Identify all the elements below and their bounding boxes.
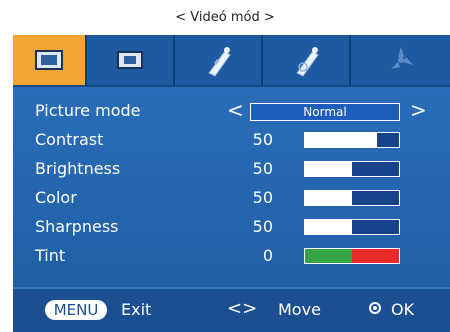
sharpness-slider[interactable] [304,219,400,235]
tab-picture[interactable] [13,35,87,85]
tint-red-segment [352,249,399,263]
contrast-value: 50 [252,130,273,149]
contrast-slider-fill [305,133,378,147]
brightness-slider[interactable] [304,161,400,177]
screen-tv-icon [117,51,143,69]
tab-sound[interactable] [175,35,263,85]
time-tag-icon [296,47,319,77]
contrast-row[interactable]: Contrast 50 [13,126,450,155]
color-row[interactable]: Color 50 [13,184,450,213]
ok-icon [369,302,381,314]
picture-mode-right-arrow[interactable]: > [410,98,427,122]
tint-value: 0 [262,246,273,265]
move-arrows-icon: <> [227,298,258,319]
tab-bar [13,35,450,87]
tint-row[interactable]: Tint 0 [13,242,450,271]
color-value: 50 [252,188,273,207]
contrast-slider[interactable] [304,132,400,148]
brightness-value: 50 [252,159,273,178]
tint-green-segment [305,249,352,263]
picture-mode-row[interactable]: Picture mode < Normal > [13,97,450,126]
menu-button[interactable]: MENU [45,300,107,320]
osd-menu: Picture mode < Normal > Contrast 50 Brig… [13,35,450,332]
sharpness-slider-fill [305,220,352,234]
tint-slider[interactable] [304,248,400,264]
brightness-label: Brightness [35,159,121,178]
sharpness-label: Sharpness [35,217,119,236]
picture-tv-icon [35,50,63,70]
tab-time[interactable] [263,35,351,85]
tint-label: Tint [35,246,66,265]
footer-bar: MENU Exit <> Move OK [13,287,450,332]
exit-label: Exit [121,300,152,319]
color-slider-fill [305,191,352,205]
picture-mode-value[interactable]: Normal [250,103,400,121]
option-fan-icon [390,47,413,69]
settings-panel: Picture mode < Normal > Contrast 50 Brig… [13,87,450,287]
color-slider[interactable] [304,190,400,206]
picture-mode-label: Picture mode [35,101,141,120]
brightness-row[interactable]: Brightness 50 [13,155,450,184]
tab-screen[interactable] [87,35,175,85]
sharpness-row[interactable]: Sharpness 50 [13,213,450,242]
window-title: < Videó mód > [175,10,275,25]
color-label: Color [35,188,77,207]
brightness-slider-fill [305,162,352,176]
picture-mode-left-arrow[interactable]: < [227,98,244,122]
sharpness-value: 50 [252,217,273,236]
ok-label: OK [391,300,415,319]
tab-option[interactable] [351,35,450,85]
contrast-label: Contrast [35,130,104,149]
sound-tag-icon [208,47,231,77]
move-label: Move [278,300,321,319]
